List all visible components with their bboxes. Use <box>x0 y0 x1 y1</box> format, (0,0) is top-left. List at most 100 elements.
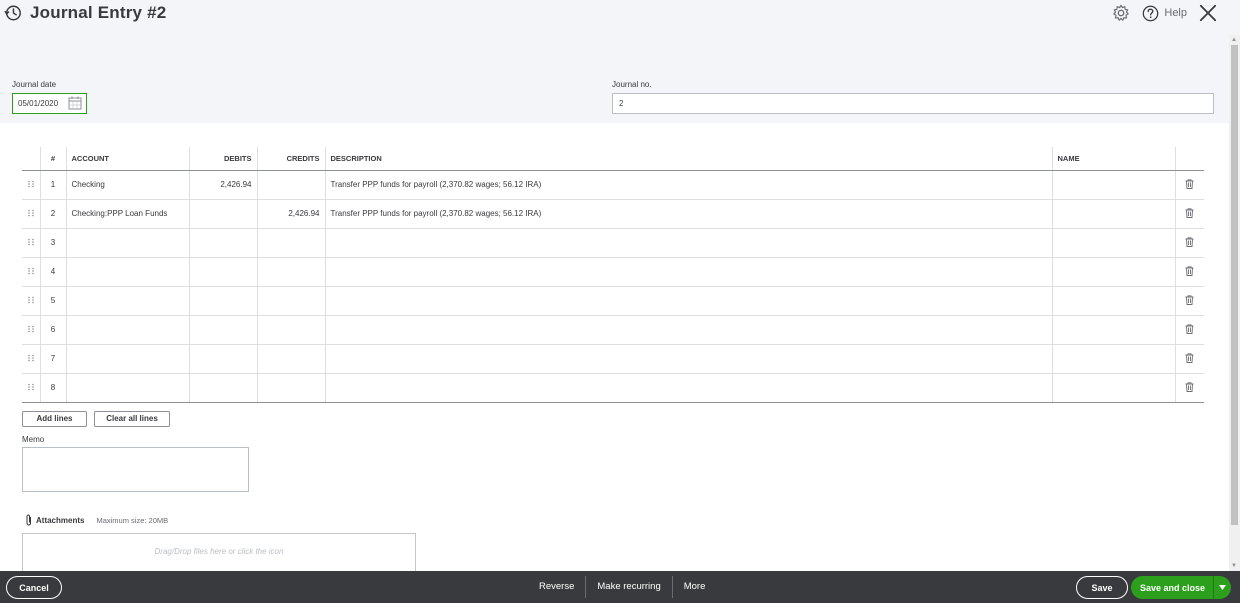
name-cell[interactable] <box>1052 286 1176 316</box>
account-cell[interactable] <box>66 228 190 258</box>
account-cell[interactable] <box>66 257 190 287</box>
add-lines-button[interactable]: Add lines <box>22 411 87 427</box>
description-cell[interactable] <box>325 286 1053 316</box>
journal-lines-table: # ACCOUNT DEBITS CREDITS DESCRIPTION NAM… <box>22 147 1204 403</box>
credits-cell[interactable] <box>257 286 326 316</box>
help-button[interactable]: Help <box>1142 5 1187 22</box>
trash-icon[interactable] <box>1175 373 1204 403</box>
footer-bar: Cancel Reverse Make recurring More Save … <box>0 571 1240 603</box>
drag-handle-icon[interactable] <box>22 170 41 200</box>
line-number: 8 <box>40 373 67 403</box>
column-header-account: ACCOUNT <box>66 147 190 171</box>
account-cell[interactable] <box>66 315 190 345</box>
journal-no-input[interactable]: 2 <box>612 93 1214 114</box>
name-cell[interactable] <box>1052 199 1176 229</box>
title-row: Journal Entry #2 <box>4 2 166 24</box>
close-icon[interactable] <box>1199 4 1217 22</box>
dropzone-text: Drag/Drop files here or click the icon <box>154 547 284 556</box>
drag-handle-icon[interactable] <box>22 199 41 229</box>
trash-icon[interactable] <box>1175 170 1204 200</box>
debits-cell[interactable] <box>189 373 258 403</box>
caret-down-icon[interactable] <box>1214 576 1231 599</box>
debits-cell[interactable] <box>189 228 258 258</box>
name-cell[interactable] <box>1052 315 1176 345</box>
make-recurring-link[interactable]: Make recurring <box>586 576 671 598</box>
attachments-dropzone[interactable]: Drag/Drop files here or click the icon <box>22 533 416 573</box>
credits-cell[interactable] <box>257 315 326 345</box>
line-number: 6 <box>40 315 67 345</box>
drag-handle-icon[interactable] <box>22 344 41 374</box>
drag-handle-icon[interactable] <box>22 228 41 258</box>
debits-cell[interactable] <box>189 344 258 374</box>
drag-handle-icon[interactable] <box>22 286 41 316</box>
page-title: Journal Entry #2 <box>30 3 167 22</box>
description-cell[interactable]: Transfer PPP funds for payroll (2,370.82… <box>325 199 1053 229</box>
gear-icon[interactable] <box>1112 4 1130 22</box>
save-button[interactable]: Save <box>1076 576 1128 599</box>
more-link[interactable]: More <box>673 576 717 598</box>
attachments-row: Attachments Maximum size: 20MB <box>24 514 168 526</box>
scroll-down-icon[interactable]: ▼ <box>1231 563 1237 569</box>
debits-cell[interactable] <box>189 315 258 345</box>
debits-cell[interactable] <box>189 286 258 316</box>
table-row: 7 <box>22 344 1204 374</box>
table-row: 6 <box>22 315 1204 345</box>
description-cell[interactable] <box>325 315 1053 345</box>
description-cell[interactable] <box>325 373 1053 403</box>
description-cell[interactable]: Transfer PPP funds for payroll (2,370.82… <box>325 170 1053 200</box>
account-cell[interactable]: Checking:PPP Loan Funds <box>66 199 190 229</box>
debits-cell[interactable] <box>189 257 258 287</box>
credits-cell[interactable] <box>257 228 326 258</box>
name-cell[interactable] <box>1052 257 1176 287</box>
description-cell[interactable] <box>325 228 1053 258</box>
save-and-close-button[interactable]: Save and close <box>1131 583 1213 593</box>
trash-icon[interactable] <box>1175 257 1204 287</box>
scroll-up-icon[interactable]: ▲ <box>1231 37 1237 43</box>
account-cell[interactable] <box>66 344 190 374</box>
table-row: 4 <box>22 257 1204 287</box>
reverse-link[interactable]: Reverse <box>528 576 585 598</box>
credits-cell[interactable] <box>257 257 326 287</box>
calendar-icon[interactable] <box>68 96 82 110</box>
credits-cell[interactable] <box>257 344 326 374</box>
credits-cell[interactable]: 2,426.94 <box>257 199 326 229</box>
line-number: 7 <box>40 344 67 374</box>
table-body: 1 Checking 2,426.94 Transfer PPP funds for … <box>22 170 1204 403</box>
cancel-button[interactable]: Cancel <box>6 576 62 599</box>
trash-icon[interactable] <box>1175 228 1204 258</box>
account-cell[interactable] <box>66 373 190 403</box>
name-cell[interactable] <box>1052 228 1176 258</box>
memo-textarea[interactable] <box>22 447 249 492</box>
journal-date-label: Journal date <box>12 80 57 89</box>
drag-handle-icon[interactable] <box>22 373 41 403</box>
trash-icon[interactable] <box>1175 199 1204 229</box>
name-cell[interactable] <box>1052 344 1176 374</box>
account-cell[interactable]: Checking <box>66 170 190 200</box>
drag-handle-icon[interactable] <box>22 315 41 345</box>
name-cell[interactable] <box>1052 170 1176 200</box>
vertical-scrollbar[interactable]: ▲ ▼ <box>1229 35 1240 571</box>
paperclip-icon[interactable] <box>24 514 34 526</box>
drag-handle-icon[interactable] <box>22 257 41 287</box>
trash-icon[interactable] <box>1175 344 1204 374</box>
scrollbar-thumb[interactable] <box>1231 45 1238 525</box>
debits-cell[interactable] <box>189 199 258 229</box>
clear-all-lines-button[interactable]: Clear all lines <box>94 411 170 427</box>
line-number: 4 <box>40 257 67 287</box>
trash-icon[interactable] <box>1175 315 1204 345</box>
footer-links: Reverse Make recurring More <box>528 571 716 603</box>
name-cell[interactable] <box>1052 373 1176 403</box>
credits-cell[interactable] <box>257 373 326 403</box>
credits-cell[interactable] <box>257 170 326 200</box>
table-row: 2 Checking:PPP Loan Funds 2,426.94 Transfer… <box>22 199 1204 229</box>
description-cell[interactable] <box>325 257 1053 287</box>
scrollbar-top-spacer <box>1229 0 1240 35</box>
account-cell[interactable] <box>66 286 190 316</box>
trash-icon[interactable] <box>1175 286 1204 316</box>
history-icon[interactable] <box>4 4 22 22</box>
journal-no-label: Journal no. <box>612 80 652 89</box>
line-number: 1 <box>40 170 67 200</box>
description-cell[interactable] <box>325 344 1053 374</box>
debits-cell[interactable]: 2,426.94 <box>189 170 258 200</box>
save-and-close-split-button: Save and close <box>1131 576 1231 599</box>
